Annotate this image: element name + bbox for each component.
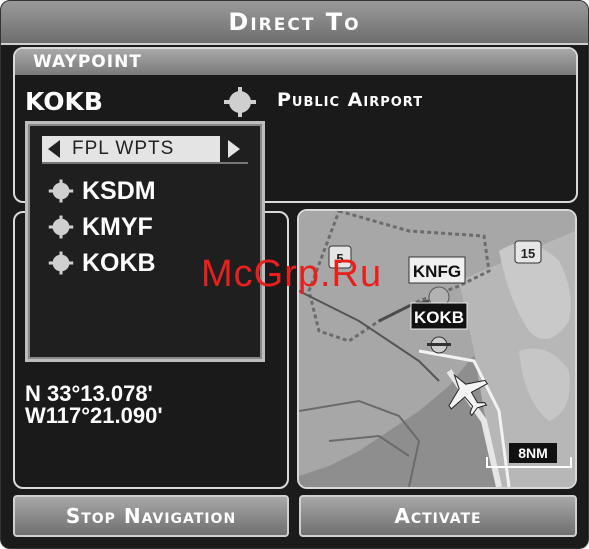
stop-navigation-button[interactable]: Stop Navigation	[13, 495, 289, 537]
fpl-waypoints-label: FPL WPTS	[72, 138, 175, 159]
previous-arrow-icon[interactable]	[48, 140, 60, 158]
airport-icon	[224, 87, 256, 117]
fpl-waypoints-selector[interactable]: FPL WPTS	[42, 136, 248, 164]
next-arrow-icon[interactable]	[220, 136, 248, 162]
title-bar: Direct To	[1, 1, 588, 45]
waypoint-header-label: WAYPOINT	[33, 52, 142, 72]
popup-item-kokb[interactable]: KOKB	[48, 248, 156, 278]
airport-icon	[48, 215, 74, 239]
waypoint-type: Public Airport	[277, 89, 424, 111]
highway-15-shield: 15	[514, 240, 542, 264]
kokb-label-box[interactable]: KOKB	[410, 302, 468, 330]
kokb-label: KOKB	[414, 308, 464, 327]
popup-item-label: KOKB	[82, 248, 156, 277]
latitude: N 33°13.078'	[25, 381, 153, 406]
popup-item-ksdm[interactable]: KSDM	[48, 176, 156, 206]
airport-icon	[48, 179, 74, 203]
waypoint-ident[interactable]: KOKB	[25, 87, 103, 116]
watermark: McGrp.Ru	[201, 253, 383, 295]
knfg-label: KNFG	[413, 262, 461, 281]
map-range-label: 8NM	[518, 445, 548, 461]
map-panel[interactable]: 5 15 KNFG KOKB 8NM	[297, 209, 577, 489]
direct-to-window: Direct To WAYPOINT KOKB Public Airport N…	[0, 0, 589, 549]
knfg-label-box[interactable]: KNFG	[408, 256, 466, 284]
page-title: Direct To	[228, 8, 361, 36]
popup-item-label: KSDM	[82, 176, 156, 205]
longitude: W117°21.090'	[25, 403, 163, 428]
fpl-waypoints-popup[interactable]: FPL WPTS KSDM KMYF KOKB	[25, 121, 265, 362]
popup-item-kmyf[interactable]: KMYF	[48, 212, 153, 242]
popup-item-label: KMYF	[82, 212, 153, 241]
airport-icon	[48, 251, 74, 275]
activate-button[interactable]: Activate	[299, 495, 577, 537]
highway-15-label: 15	[521, 246, 535, 261]
waypoint-header: WAYPOINT	[15, 49, 576, 75]
